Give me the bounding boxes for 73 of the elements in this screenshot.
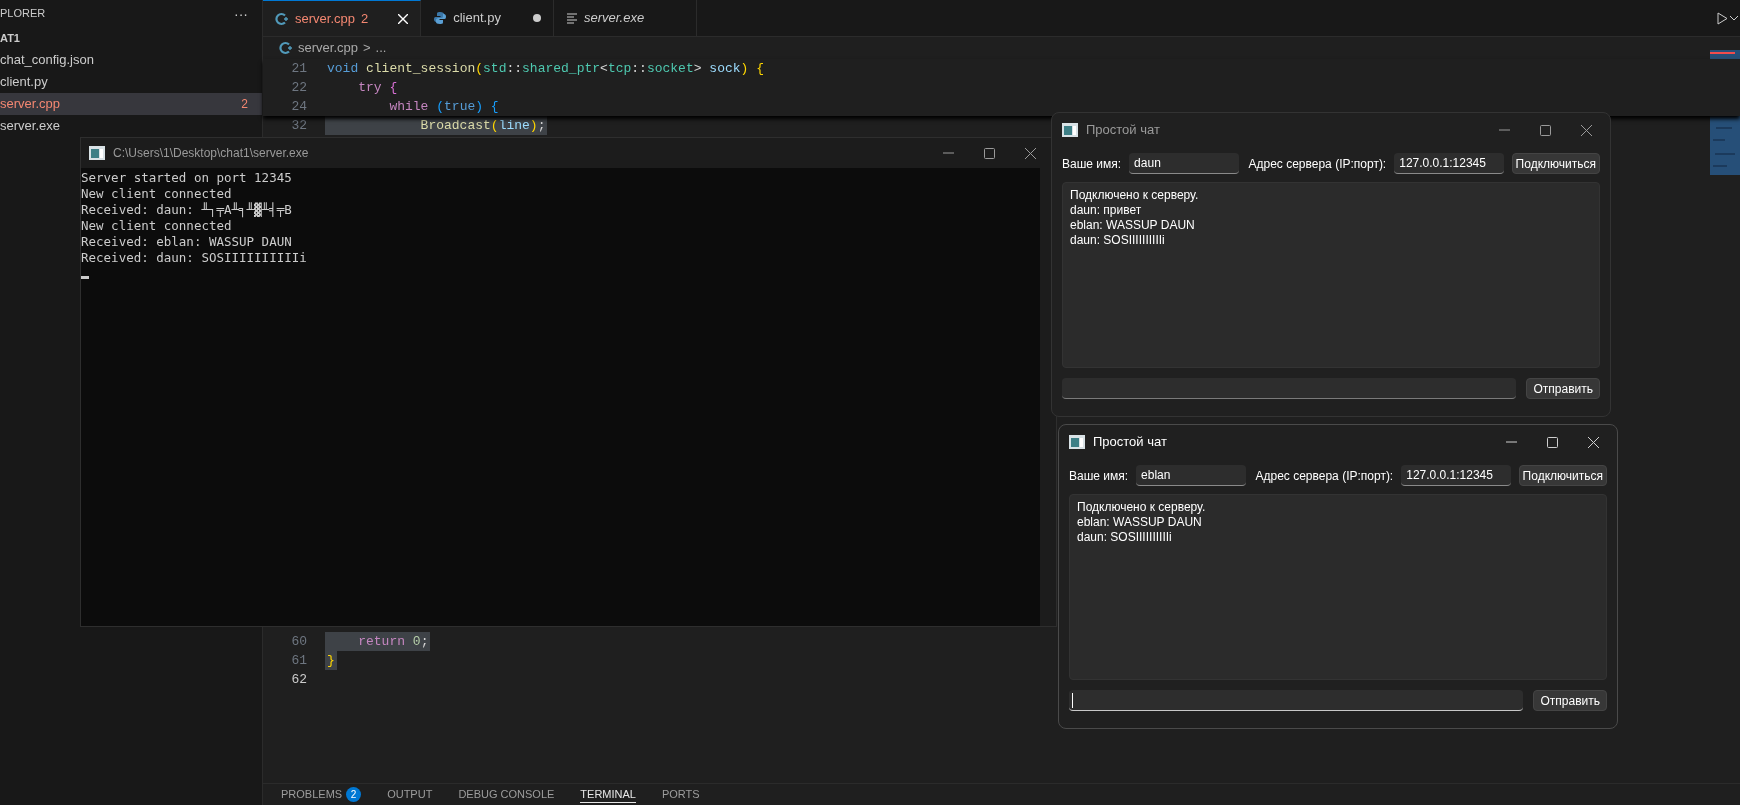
connect-button[interactable]: Подключиться	[1518, 465, 1607, 486]
file-item[interactable]: server.exe	[0, 115, 262, 137]
unsaved-dot-icon	[532, 14, 541, 22]
chat-message: daun: SOSIIIIIIIIIIi	[1077, 530, 1172, 545]
cpp-file-icon	[275, 11, 289, 26]
editor-tab[interactable]: server.exe	[553, 0, 698, 36]
more-actions-icon[interactable]: ···	[234, 6, 248, 21]
maximize-icon[interactable]	[1540, 124, 1551, 136]
editor-tab[interactable]: client.py	[421, 0, 554, 36]
name-label: Ваше имя:	[1069, 467, 1129, 485]
name-label: Ваше имя:	[1062, 155, 1122, 173]
console-line: Received: eblan: WASSUP DAUN	[81, 234, 292, 250]
close-icon[interactable]	[1025, 147, 1036, 159]
maximize-icon[interactable]	[1547, 436, 1558, 448]
name-field[interactable]: eblan	[1136, 465, 1246, 486]
cpp-file-icon	[279, 41, 293, 55]
chat-message: Подключено к серверу.	[1077, 500, 1206, 515]
file-item[interactable]: chat_config.json	[0, 49, 262, 71]
breadcrumb-item[interactable]: >	[363, 38, 371, 58]
chat-message: Подключено к серверу.	[1070, 188, 1199, 203]
console-line: Received: daun: SOSIIIIIIIIIIi	[81, 250, 307, 266]
app-window-icon	[1069, 435, 1085, 449]
run-icon[interactable]	[1717, 11, 1728, 25]
close-icon[interactable]	[1581, 124, 1592, 136]
explorer-title: PLORER	[0, 6, 46, 22]
text-cursor	[81, 276, 89, 279]
window-title: Простой чат	[1086, 121, 1160, 140]
panel-tab[interactable]: DEBUG CONSOLE	[458, 786, 555, 803]
app-window-icon	[89, 146, 105, 160]
line-number: 21	[290, 59, 308, 78]
file-item[interactable]: client.py	[0, 71, 262, 93]
folder-title[interactable]: AT1	[0, 27, 20, 49]
file-item[interactable]: server.cpp 2	[0, 93, 262, 115]
console-line: New client connected	[81, 186, 232, 202]
server-address-field[interactable]: 127.0.0.1:12345	[1401, 465, 1511, 486]
send-button[interactable]: Отправить	[1533, 690, 1607, 711]
line-number: 24	[290, 97, 308, 116]
app-window-icon	[1062, 123, 1078, 137]
connect-button[interactable]: Подключиться	[1511, 153, 1600, 174]
panel-tab[interactable]: PROBLEMS 2	[281, 786, 362, 803]
panel-tab[interactable]: PORTS	[661, 786, 700, 803]
chat-message: eblan: WASSUP DAUN	[1077, 515, 1202, 530]
breadcrumb-item[interactable]: ...	[375, 38, 387, 58]
message-input[interactable]	[1069, 690, 1524, 711]
server-address-field[interactable]: 127.0.0.1:12345	[1394, 153, 1504, 174]
python-file-icon	[433, 11, 448, 25]
server-address-label: Адрес сервера (IP:порт):	[1255, 467, 1394, 485]
line-number: 61	[290, 651, 308, 670]
console-line: Server started on port 12345	[81, 170, 292, 186]
window-title: Простой чат	[1093, 433, 1167, 452]
window-title: C:\Users\1\Desktop\chat1\server.exe	[113, 145, 309, 162]
send-button[interactable]: Отправить	[1526, 378, 1600, 399]
server-address-label: Адрес сервера (IP:порт):	[1248, 155, 1387, 173]
text-cursor	[1072, 692, 1073, 708]
editor-tab[interactable]: server.cpp 2	[263, 0, 422, 36]
console-line: New client connected	[81, 218, 232, 234]
name-field[interactable]: daun	[1129, 153, 1239, 174]
close-icon[interactable]	[1588, 436, 1599, 448]
chevron-down-icon[interactable]	[1730, 15, 1738, 21]
lines-file-icon	[565, 12, 578, 24]
line-number: 60	[290, 632, 308, 651]
chat-message: daun: SOSIIIIIIIIIIi	[1070, 233, 1165, 248]
message-input[interactable]	[1062, 378, 1517, 399]
line-number: 62	[290, 670, 308, 689]
chat-message: daun: привет	[1070, 203, 1142, 218]
panel-tab[interactable]: TERMINAL	[580, 785, 636, 804]
line-number: 32	[290, 116, 308, 135]
panel-tab[interactable]: OUTPUT	[387, 786, 433, 803]
line-number: 22	[290, 78, 308, 97]
chat-message: eblan: WASSUP DAUN	[1070, 218, 1195, 233]
maximize-icon[interactable]	[984, 147, 995, 159]
console-line: Received: daun: ╨┐╤А╨╕╨▓╨╡╤В	[81, 202, 292, 218]
breadcrumb-item[interactable]: server.cpp	[298, 38, 358, 58]
